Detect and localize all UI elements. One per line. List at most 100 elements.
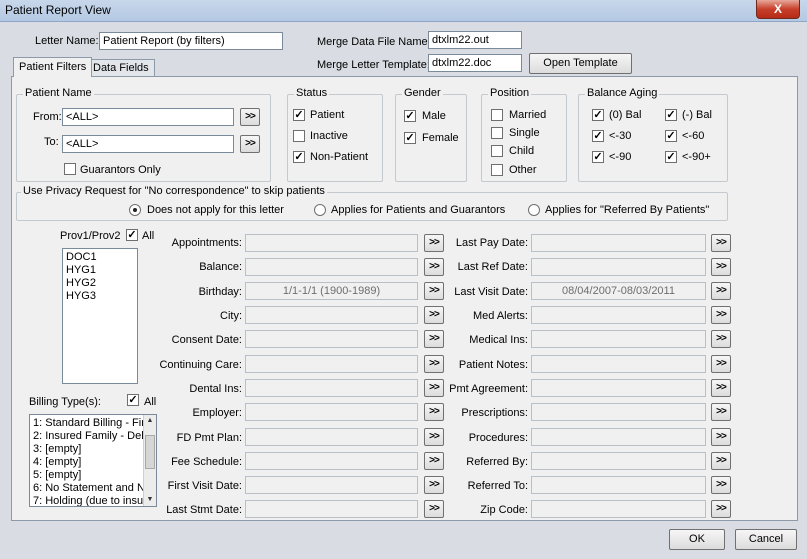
privacy-option-patients-label: Applies for Patients and Guarantors (331, 204, 506, 216)
aging-90-plus-label: <-90+ (682, 151, 711, 163)
filter-referred-to-button[interactable]: >> (711, 476, 731, 494)
filter-city-field (245, 306, 418, 324)
status-patient-checkbox[interactable]: ✓ (293, 109, 305, 121)
open-template-button[interactable]: Open Template (529, 53, 632, 74)
filter-medical-ins-field (531, 330, 706, 348)
tab-data-fields[interactable]: Data Fields (87, 59, 155, 77)
filter-zip-code-button[interactable]: >> (711, 500, 731, 518)
aging-60-checkbox[interactable]: ✓ (665, 130, 677, 142)
filter-patient-notes-field (531, 355, 706, 373)
billing-all-checkbox[interactable]: ✓ (127, 394, 139, 406)
aging-30-checkbox[interactable]: ✓ (592, 130, 604, 142)
guarantors-only-checkbox[interactable] (64, 163, 76, 175)
status-title: Status (294, 87, 330, 99)
filter-appointments-field (245, 234, 418, 252)
guarantors-only-label: Guarantors Only (80, 164, 161, 176)
letter-name-field[interactable]: Patient Report (by filters) (99, 32, 283, 50)
position-single-checkbox[interactable] (491, 127, 503, 139)
gender-male-checkbox[interactable]: ✓ (404, 110, 416, 122)
billing-type-item[interactable]: 3: [empty] (30, 443, 156, 456)
status-patient-label: Patient (310, 109, 345, 121)
provider-item[interactable]: HYG3 (63, 290, 137, 303)
filter-medical-ins-button[interactable]: >> (711, 330, 731, 348)
filter-last-visit-date-label: Last Visit Date: (454, 286, 528, 298)
provider-item[interactable]: HYG1 (63, 264, 137, 277)
filter-procedures-button[interactable]: >> (711, 428, 731, 446)
position-married-checkbox[interactable] (491, 109, 503, 121)
aging-zero-balance-label: (0) Bal (609, 109, 642, 121)
providers-list[interactable]: DOC1 HYG1 HYG2 HYG3 (62, 248, 138, 384)
filter-procedures-field (531, 428, 706, 446)
filter-referred-by-button[interactable]: >> (711, 452, 731, 470)
position-title: Position (488, 87, 532, 99)
filter-prescriptions-field (531, 403, 706, 421)
filter-last-ref-date-button[interactable]: >> (711, 258, 731, 276)
filter-last-pay-date-button[interactable]: >> (711, 234, 731, 252)
position-child-label: Child (509, 145, 535, 157)
filter-last-stmt-date-field (245, 500, 418, 518)
filter-medical-ins-label: Medical Ins: (469, 334, 528, 346)
filter-balance-label: Balance: (199, 261, 242, 273)
filter-prescriptions-label: Prescriptions: (461, 407, 528, 419)
aging-negative-balance-label: (-) Bal (682, 109, 712, 121)
filter-last-visit-date-button[interactable]: >> (711, 282, 731, 300)
privacy-option-referred-radio[interactable] (528, 204, 540, 216)
cancel-button[interactable]: Cancel (735, 529, 797, 550)
billing-type-item[interactable]: 4: [empty] (30, 456, 156, 469)
filter-referred-by-label: Referred By: (466, 456, 528, 468)
filter-first-visit-date-field (245, 476, 418, 494)
status-inactive-checkbox[interactable] (293, 130, 305, 142)
close-button[interactable]: X (756, 0, 800, 19)
gender-female-checkbox[interactable]: ✓ (404, 132, 416, 144)
filter-med-alerts-button[interactable]: >> (711, 306, 731, 324)
filter-balance-field (245, 258, 418, 276)
filter-patient-notes-label: Patient Notes: (458, 359, 528, 371)
gender-title: Gender (402, 87, 443, 99)
merge-template-label: Merge Letter Template: (317, 59, 430, 71)
filter-employer-field (245, 403, 418, 421)
aging-zero-balance-checkbox[interactable]: ✓ (592, 109, 604, 121)
billing-type-item[interactable]: 6: No Statement and N (30, 482, 156, 495)
billing-type-item[interactable]: 5: [empty] (30, 469, 156, 482)
billing-type-item[interactable]: 1: Standard Billing - Fir (30, 417, 156, 430)
aging-90-checkbox[interactable]: ✓ (592, 151, 604, 163)
filter-dental-ins-field (245, 379, 418, 397)
tab-patient-filters[interactable]: Patient Filters (13, 57, 93, 77)
filter-last-ref-date-field (531, 258, 706, 276)
provider-item[interactable]: DOC1 (63, 251, 137, 264)
provider-item[interactable]: HYG2 (63, 277, 137, 290)
patient-from-field[interactable]: <ALL> (62, 108, 234, 126)
filter-prescriptions-button[interactable]: >> (711, 403, 731, 421)
billing-type-item[interactable]: 2: Insured Family - Del (30, 430, 156, 443)
billing-types-list[interactable]: 1: Standard Billing - Fir 2: Insured Fam… (29, 414, 157, 507)
aging-90-plus-checkbox[interactable]: ✓ (665, 151, 677, 163)
patient-to-field[interactable]: <ALL> (62, 135, 234, 153)
patient-name-title: Patient Name (23, 87, 94, 99)
gender-female-label: Female (422, 132, 459, 144)
providers-all-checkbox[interactable]: ✓ (126, 229, 138, 241)
merge-template-field[interactable]: dtxlm22.doc (428, 54, 522, 72)
filter-pmt-agreement-button[interactable]: >> (711, 379, 731, 397)
filter-pmt-agreement-field (531, 379, 706, 397)
billing-type-item[interactable]: 7: Holding (due to insu (30, 495, 156, 506)
patient-from-browse-button[interactable]: >> (240, 108, 260, 126)
position-married-label: Married (509, 109, 547, 121)
merge-file-field[interactable]: dtxlm22.out (428, 31, 522, 49)
letter-name-label: Letter Name: (35, 35, 99, 47)
privacy-option-patients-radio[interactable] (314, 204, 326, 216)
privacy-title: Use Privacy Request for "No corresponden… (21, 185, 327, 197)
gender-male-label: Male (422, 110, 446, 122)
from-label: From: (33, 111, 62, 123)
ok-button[interactable]: OK (669, 529, 725, 550)
position-other-checkbox[interactable] (491, 164, 503, 176)
aging-negative-balance-checkbox[interactable]: ✓ (665, 109, 677, 121)
filter-patient-notes-button[interactable]: >> (711, 355, 731, 373)
patient-to-browse-button[interactable]: >> (240, 135, 260, 153)
filter-last-pay-date-field (531, 234, 706, 252)
privacy-option-not-apply-radio[interactable] (129, 204, 141, 216)
position-child-checkbox[interactable] (491, 145, 503, 157)
status-non-patient-checkbox[interactable]: ✓ (293, 151, 305, 163)
filter-fd-pmt-plan-field (245, 428, 418, 446)
filter-referred-by-field (531, 452, 706, 470)
providers-label: Prov1/Prov2 (60, 230, 121, 242)
